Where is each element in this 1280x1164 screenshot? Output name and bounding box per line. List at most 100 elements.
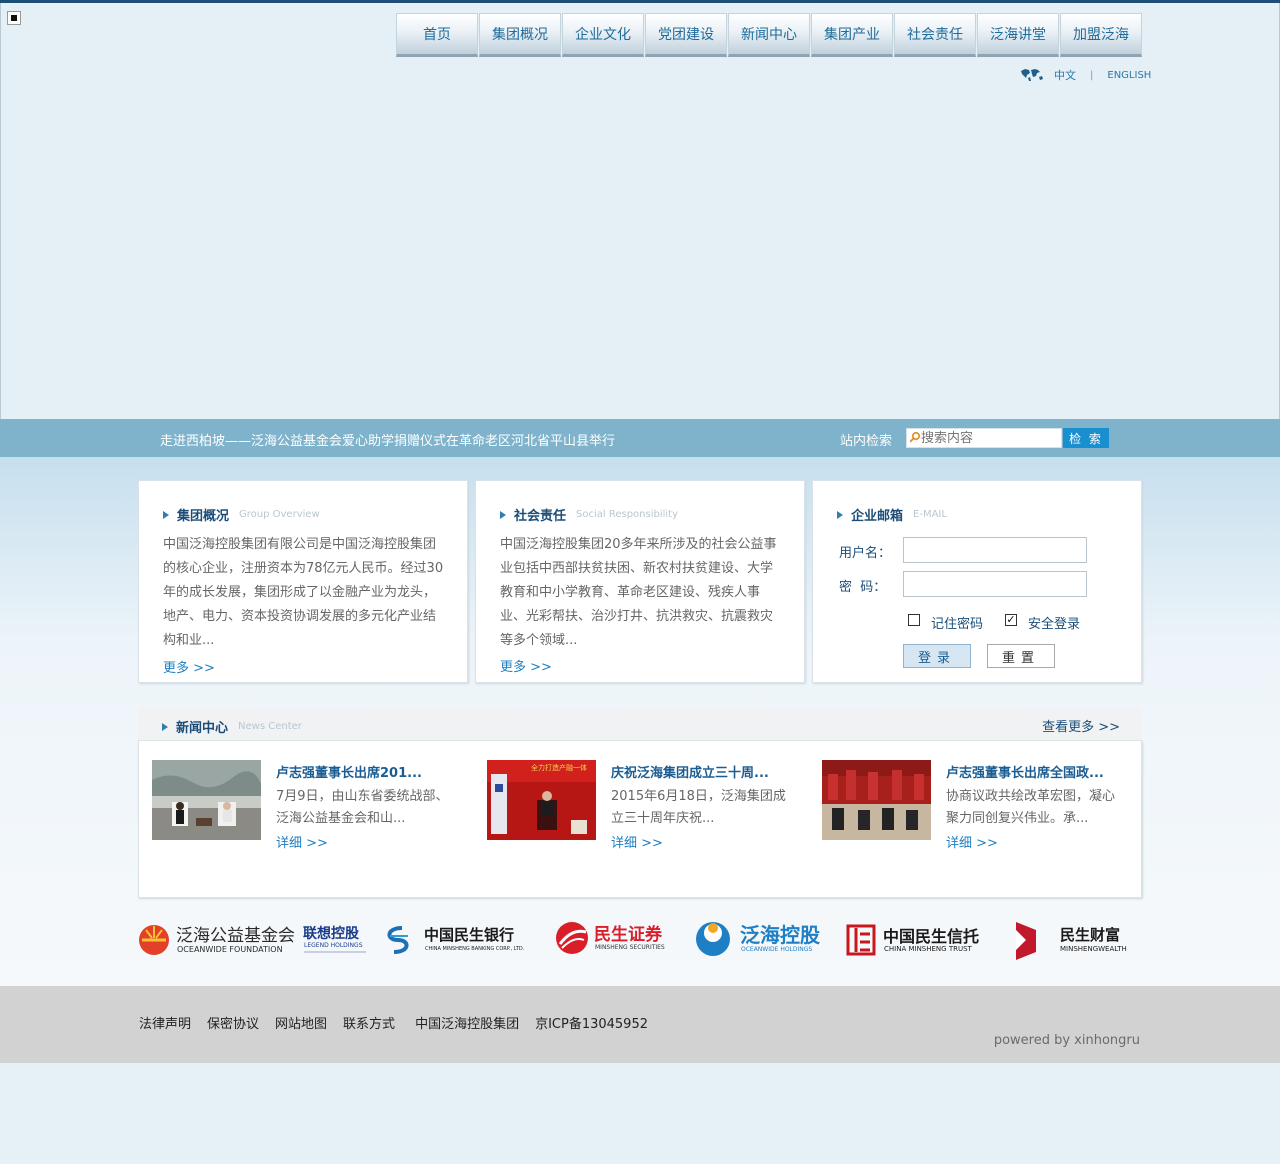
- corner-square-icon: [7, 11, 21, 25]
- search-input[interactable]: [906, 428, 1062, 448]
- legend-holdings-logo[interactable]: 联想控股 LEGEND HOLDINGS: [303, 925, 366, 953]
- panel-title: 企业邮箱: [851, 509, 904, 524]
- panel-group-overview: 集团概况 Group Overview 中国泛海控股集团有限公司是中国泛海控股集…: [138, 480, 468, 683]
- more-link[interactable]: 更多 >>: [500, 656, 552, 675]
- search-icon: [909, 431, 921, 443]
- news-title[interactable]: 卢志强董事长出席201...: [276, 762, 422, 781]
- partner-en-name: OCEANWIDE HOLDINGS: [741, 946, 812, 953]
- secure-login-label: 安全登录: [1028, 617, 1081, 632]
- footer: 法律声明 保密协议 网站地图 联系方式 中国泛海控股集团 京ICP备130459…: [0, 986, 1280, 1063]
- partner-en-name: MINSHENGWEALTH: [1060, 945, 1127, 953]
- more-link[interactable]: 更多 >>: [163, 657, 215, 676]
- partner-name: 中国民生信托: [883, 927, 979, 946]
- panel-title: 集团概况: [177, 509, 230, 524]
- footer-link-contact[interactable]: 联系方式: [343, 1013, 395, 1032]
- panel-body-text: 中国泛海控股集团20多年来所涉及的社会公益事业包括中西部扶贫扶困、新农村扶贫建设…: [500, 537, 777, 648]
- panel-social-responsibility: 社会责任 Social Responsibility 中国泛海控股集团20多年来…: [475, 480, 805, 683]
- panel-subtitle: Group Overview: [239, 509, 320, 520]
- view-more-news-link[interactable]: 查看更多 >>: [1042, 716, 1120, 735]
- lang-chinese-link[interactable]: 中文: [1054, 67, 1076, 83]
- minsheng-wealth-logo[interactable]: 民生财富 MINSHENGWEALTH: [1016, 922, 1127, 960]
- panel-header: 新闻中心 News Center: [162, 717, 302, 736]
- lang-english-link[interactable]: ENGLISH: [1107, 70, 1151, 81]
- news-detail-link[interactable]: 详细 >>: [946, 832, 998, 851]
- news-detail-link[interactable]: 详细 >>: [276, 832, 328, 851]
- partner-name: 民生财富: [1060, 926, 1120, 944]
- oceanwide-foundation-logo[interactable]: 泛海公益基金会 OCEANWIDE FOUNDATION: [139, 925, 295, 955]
- login-button[interactable]: 登录: [903, 644, 971, 668]
- news-title[interactable]: 庆祝泛海集团成立三十周...: [611, 762, 769, 781]
- nav-item-lecture-hall[interactable]: 泛海讲堂: [977, 13, 1059, 57]
- panel-body-text: 中国泛海控股集团有限公司是中国泛海控股集团的核心企业，注册资本为78亿元人民币。…: [163, 537, 444, 648]
- nav-item-social-responsibility[interactable]: 社会责任: [894, 13, 976, 57]
- remember-password-label: 记住密码: [931, 617, 984, 632]
- username-input[interactable]: [903, 537, 1087, 563]
- partner-name: 泛海公益基金会: [176, 926, 295, 946]
- nav-item-news-center[interactable]: 新闻中心: [728, 13, 810, 57]
- partner-en-name: CHINA MINSHENG TRUST: [884, 945, 973, 953]
- nav-item-home[interactable]: 首页: [396, 13, 478, 57]
- news-thumbnail-conference[interactable]: [822, 760, 931, 840]
- banner-text: 全力打造产融一体: [531, 763, 587, 772]
- oceanwide-holdings-logo[interactable]: 泛海控股 OCEANWIDE HOLDINGS: [696, 922, 820, 956]
- main-nav: 首页 集团概况 企业文化 党团建设 新闻中心 集团产业 社会责任 泛海讲堂 加盟…: [396, 13, 1143, 57]
- world-map-icon: [1021, 69, 1043, 81]
- news-item: 卢志强董事长出席201... 7月9日，由山东省委统战部、泛海公益基金会和山..…: [152, 760, 472, 860]
- news-summary: 协商议政共绘改革宏图，凝心聚力同创复兴伟业。承...: [946, 789, 1116, 826]
- nav-item-group-industry[interactable]: 集团产业: [811, 13, 893, 57]
- nav-item-corporate-culture[interactable]: 企业文化: [562, 13, 644, 57]
- footer-icp-number[interactable]: 京ICP备13045952: [535, 1013, 648, 1032]
- minsheng-trust-logo[interactable]: 中国民生信托 CHINA MINSHENG TRUST: [846, 924, 979, 956]
- remember-password-checkbox[interactable]: [908, 614, 920, 626]
- search-button[interactable]: 检 索: [1063, 428, 1109, 448]
- panel-subtitle: E-MAIL: [913, 509, 947, 520]
- panel-email-login: 企业邮箱 E-MAIL 用户名： 密 码： 记住密码 ✓ 安全登录 登录 重置: [812, 480, 1142, 683]
- nav-item-join[interactable]: 加盟泛海: [1060, 13, 1142, 57]
- footer-link-privacy[interactable]: 保密协议: [207, 1013, 259, 1032]
- triangle-bullet-icon: [837, 510, 843, 519]
- partner-en-name: LEGEND HOLDINGS: [304, 942, 363, 949]
- news-center-header: 新闻中心 News Center 查看更多 >>: [138, 707, 1142, 741]
- password-input[interactable]: [903, 571, 1087, 597]
- partner-name: 中国民生银行: [424, 926, 514, 944]
- news-thumbnail-meeting[interactable]: [152, 760, 261, 840]
- news-center-title: 新闻中心: [176, 721, 229, 736]
- minsheng-securities-logo[interactable]: 民生证券 MINSHENG SECURITIES: [556, 922, 665, 954]
- nav-item-group-overview[interactable]: 集团概况: [479, 13, 561, 57]
- partner-name: 民生证券: [594, 924, 663, 945]
- news-item: 全力打造产融一体 庆祝泛海集团成立三十周... 2015年6月18日，泛海集团成…: [487, 760, 807, 860]
- panel-header: 企业邮箱 E-MAIL: [837, 505, 947, 524]
- footer-links: 法律声明 保密协议 网站地图 联系方式 中国泛海控股集团 京ICP备130459…: [139, 1013, 664, 1032]
- triangle-bullet-icon: [500, 510, 506, 519]
- partner-name: 泛海控股: [740, 923, 820, 947]
- news-center-subtitle: News Center: [238, 721, 302, 732]
- news-summary: 7月9日，由山东省委统战部、泛海公益基金会和山...: [276, 789, 449, 826]
- password-label: 密 码：: [839, 580, 887, 595]
- reset-button[interactable]: 重置: [987, 644, 1055, 668]
- panel-subtitle: Social Responsibility: [576, 509, 679, 520]
- username-label: 用户名：: [839, 546, 892, 561]
- news-thumbnail-anniversary[interactable]: 全力打造产融一体: [487, 760, 596, 840]
- nav-item-party-building[interactable]: 党团建设: [645, 13, 727, 57]
- news-title[interactable]: 卢志强董事长出席全国政...: [946, 762, 1104, 781]
- search-label: 站内检索: [840, 434, 893, 449]
- ticker-bar: 走进西柏坡——泛海公益基金会爱心助学捐赠仪式在革命老区河北省平山县举行 站内检索…: [0, 419, 1280, 457]
- panel-header: 集团概况 Group Overview: [163, 505, 320, 524]
- news-summary: 2015年6月18日，泛海集团成立三十周年庆祝...: [611, 789, 786, 826]
- news-detail-link[interactable]: 详细 >>: [611, 832, 663, 851]
- ticker-headline[interactable]: 走进西柏坡——泛海公益基金会爱心助学捐赠仪式在革命老区河北省平山县举行: [160, 430, 615, 449]
- news-item: 卢志强董事长出席全国政... 协商议政共绘改革宏图，凝心聚力同创复兴伟业。承..…: [822, 760, 1142, 860]
- partner-en-name: OCEANWIDE FOUNDATION: [177, 945, 283, 954]
- hero-banner: 首页 集团概况 企业文化 党团建设 新闻中心 集团产业 社会责任 泛海讲堂 加盟…: [0, 3, 1280, 419]
- partner-en-name: CHINA MINSHENG BANKING CORP., LTD.: [425, 946, 525, 952]
- partner-logo-strip: 泛海公益基金会 OCEANWIDE FOUNDATION 联想控股 LEGEND…: [139, 922, 1127, 960]
- triangle-bullet-icon: [163, 510, 169, 519]
- lang-separator: |: [1090, 69, 1094, 81]
- secure-login-checkbox[interactable]: ✓: [1005, 614, 1017, 626]
- minsheng-bank-logo[interactable]: 中国民生银行 CHINA MINSHENG BANKING CORP., LTD…: [387, 926, 525, 954]
- news-list: 卢志强董事长出席201... 7月9日，由山东省委统战部、泛海公益基金会和山..…: [138, 741, 1142, 898]
- footer-link-sitemap[interactable]: 网站地图: [275, 1013, 327, 1032]
- footer-link-legal[interactable]: 法律声明: [139, 1013, 191, 1032]
- language-switcher: 中文 | ENGLISH: [1020, 67, 1151, 83]
- footer-company-name: 中国泛海控股集团: [415, 1017, 520, 1032]
